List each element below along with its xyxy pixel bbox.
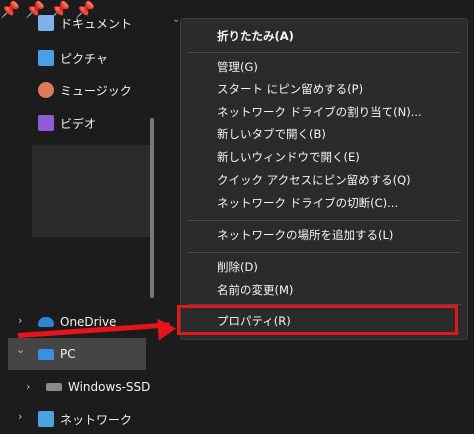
menu-item-manage[interactable]: 管理(G) bbox=[217, 57, 258, 77]
nav-item-windows-ssd[interactable]: Windows-SSD bbox=[46, 372, 150, 402]
menu-divider bbox=[189, 220, 461, 221]
pictures-icon bbox=[38, 50, 54, 66]
menu-divider bbox=[189, 252, 461, 253]
music-icon bbox=[38, 82, 54, 98]
nav-item-label: ビデオ bbox=[60, 116, 97, 131]
nav-item-documents[interactable]: ドキュメント bbox=[38, 8, 132, 38]
context-menu: 折りたたみ(A) 管理(G) スタート にピン留めする(P) ネットワーク ドラ… bbox=[180, 18, 468, 340]
navigation-pane: ドキュメント 📌 ピクチャ 📌 ミュージック 📌 ビデオ 📌 › OneDriv… bbox=[0, 0, 160, 430]
menu-item-delete[interactable]: 削除(D) bbox=[217, 257, 258, 277]
menu-item-pin-quick-access[interactable]: クイック アクセスにピン留めする(Q) bbox=[217, 170, 411, 190]
nav-item-label: PC bbox=[60, 347, 76, 361]
preview-area bbox=[32, 145, 150, 237]
menu-item-open-new-tab[interactable]: 新しいタブで開く(B) bbox=[217, 124, 326, 144]
nav-item-label: ピクチャ bbox=[60, 51, 108, 66]
nav-item-label: ミュージック bbox=[60, 83, 132, 98]
chevron-right-icon[interactable]: › bbox=[26, 380, 30, 393]
menu-item-pin-start[interactable]: スタート にピン留めする(P) bbox=[217, 79, 363, 99]
menu-item-open-new-window[interactable]: 新しいウィンドウで開く(E) bbox=[217, 147, 360, 167]
chevron-right-icon[interactable]: › bbox=[18, 410, 22, 423]
nav-item-pictures[interactable]: ピクチャ bbox=[38, 43, 108, 73]
menu-item-map-drive[interactable]: ネットワーク ドライブの割り当て(N)... bbox=[217, 102, 422, 122]
documents-icon bbox=[38, 15, 54, 31]
menu-item-disconnect-drive[interactable]: ネットワーク ドライブの切断(C)... bbox=[217, 193, 398, 213]
nav-item-pc[interactable]: PC bbox=[38, 339, 76, 369]
menu-item-rename[interactable]: 名前の変更(M) bbox=[217, 280, 293, 300]
nav-item-videos[interactable]: ビデオ bbox=[38, 108, 96, 138]
chevron-down-icon[interactable]: ⌄ bbox=[16, 343, 25, 356]
drive-icon bbox=[46, 383, 62, 391]
menu-divider bbox=[189, 52, 461, 53]
network-icon bbox=[38, 411, 54, 427]
nav-item-label: ネットワーク bbox=[60, 412, 133, 427]
nav-item-music[interactable]: ミュージック bbox=[38, 75, 132, 105]
nav-item-pc-selected-bg[interactable] bbox=[8, 338, 146, 370]
pin-icon[interactable]: 📌 bbox=[0, 0, 20, 19]
sidebar-scrollbar[interactable] bbox=[150, 118, 154, 298]
menu-item-collapse[interactable]: 折りたたみ(A) bbox=[217, 26, 294, 46]
chevron-right-icon[interactable]: › bbox=[18, 314, 22, 327]
nav-item-label: Windows-SSD bbox=[68, 380, 151, 394]
nav-item-label: ドキュメント bbox=[60, 16, 133, 31]
highlight-box bbox=[177, 305, 458, 335]
cloud-icon bbox=[38, 317, 54, 327]
videos-icon bbox=[38, 115, 54, 131]
computer-icon bbox=[38, 348, 54, 360]
menu-item-add-network-location[interactable]: ネットワークの場所を追加する(L) bbox=[217, 225, 393, 245]
arrow-head-icon bbox=[157, 317, 177, 341]
